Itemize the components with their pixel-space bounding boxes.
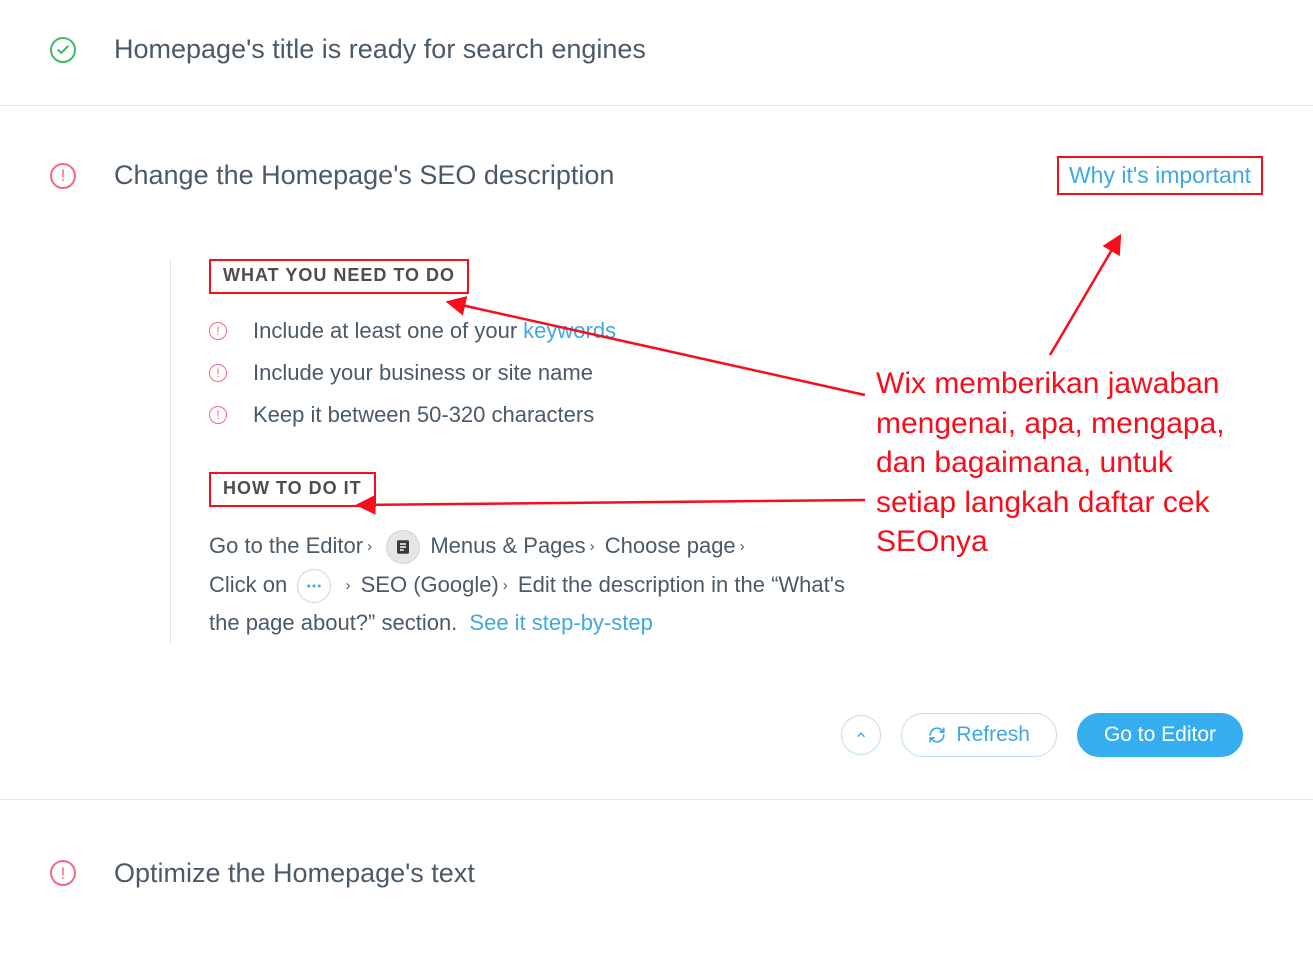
actions-row: Refresh Go to Editor — [50, 713, 1263, 757]
how-heading: HOW TO DO IT — [209, 472, 376, 507]
why-important-link[interactable]: Why it's important — [1057, 156, 1263, 195]
more-menu-icon — [297, 569, 331, 603]
section-optimize-text: ! Optimize the Homepage's text — [0, 800, 1313, 939]
list-item-text: Include your business or site name — [253, 360, 593, 386]
warning-icon: ! — [209, 364, 227, 382]
what-heading: WHAT YOU NEED TO DO — [209, 259, 469, 294]
menus-pages-icon — [386, 530, 420, 564]
instruction-card: WHAT YOU NEED TO DO ! Include at least o… — [170, 259, 860, 643]
warning-icon: ! — [209, 406, 227, 424]
collapse-button[interactable] — [841, 715, 881, 755]
section-ready: Homepage's title is ready for search eng… — [0, 0, 1313, 106]
refresh-button[interactable]: Refresh — [901, 713, 1057, 757]
keywords-link[interactable]: keywords — [523, 318, 616, 344]
requirements-list: ! Include at least one of your keywords … — [209, 318, 860, 428]
list-item-text: Keep it between 50-320 characters — [253, 402, 594, 428]
refresh-label: Refresh — [956, 723, 1030, 747]
step-instructions: Go to the Editor› Menus & Pages› Choose … — [209, 527, 860, 643]
list-item: ! Include at least one of your keywords — [209, 318, 860, 344]
check-icon — [50, 37, 114, 63]
warning-icon: ! — [209, 322, 227, 340]
list-item: ! Include your business or site name — [209, 360, 860, 386]
see-step-by-step-link[interactable]: See it step-by-step — [469, 610, 652, 635]
ready-title: Homepage's title is ready for search eng… — [114, 34, 646, 65]
warning-icon: ! — [50, 163, 114, 189]
warning-icon: ! — [50, 860, 114, 886]
change-title: Change the Homepage's SEO description — [114, 160, 614, 191]
go-to-editor-button[interactable]: Go to Editor — [1077, 713, 1243, 757]
optimize-title: Optimize the Homepage's text — [114, 858, 475, 889]
list-item: ! Keep it between 50-320 characters — [209, 402, 860, 428]
list-item-text: Include at least one of your — [253, 318, 517, 344]
go-editor-label: Go to Editor — [1104, 723, 1216, 747]
annotation-text: Wix memberikan jawaban mengenai, apa, me… — [876, 364, 1256, 562]
